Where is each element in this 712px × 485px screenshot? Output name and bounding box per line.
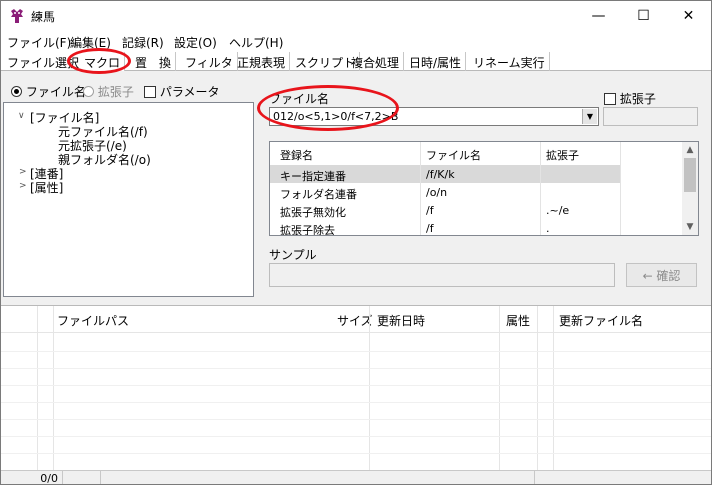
- title-bar: 練馬 — ☐ ✕: [1, 1, 711, 31]
- option-parameter-label: パラメータ: [159, 85, 220, 99]
- column-divider: [553, 306, 554, 472]
- maximize-button[interactable]: ☐: [621, 1, 666, 31]
- macro-tree-panel: ∨ [ファイル名] 元ファイル名(/f) 元拡張子(/e) 親フォルダ名(/o)…: [3, 102, 254, 297]
- confirm-button[interactable]: ← 確認: [626, 263, 697, 287]
- menu-settings[interactable]: 設定(O): [174, 34, 217, 51]
- extension-input: [603, 107, 698, 126]
- header-new-filename[interactable]: 更新ファイル名: [559, 312, 643, 329]
- cell-name: 拡張子除去: [280, 224, 335, 236]
- cell-filename: /f/K/k: [426, 168, 455, 181]
- row-divider: [1, 402, 711, 403]
- minimize-icon: —: [591, 8, 606, 24]
- extension-checkbox-label: 拡張子: [619, 92, 656, 106]
- table-scrollbar[interactable]: ▲ ▼: [682, 142, 698, 235]
- menu-help[interactable]: ヘルプ(H): [229, 34, 283, 51]
- column-divider: [37, 306, 38, 472]
- radio-extension: [83, 86, 94, 97]
- file-list: ファイルパス サイズ 更新日時 属性 更新ファイル名: [1, 305, 711, 472]
- app-horse-icon: [11, 9, 23, 23]
- tree-item-parent-folder[interactable]: 親フォルダ名(/o): [58, 151, 151, 168]
- header-extension: 拡張子: [546, 149, 579, 162]
- status-bar: 0/0: [1, 470, 711, 484]
- close-icon: ✕: [682, 8, 695, 24]
- row-divider: [1, 436, 711, 437]
- cell-name: フォルダ名連番: [280, 188, 357, 201]
- close-button[interactable]: ✕: [666, 1, 711, 31]
- cell-filename: /f: [426, 222, 434, 235]
- cell-ext: .~/e: [546, 204, 570, 217]
- filename-label: ファイル名: [269, 92, 330, 106]
- menu-bar: ファイル(F) 編集(E) 記録(R) 設定(O) ヘルプ(H): [1, 31, 711, 51]
- filename-macro-combo[interactable]: 012/o<5,1>0/f<7,2>B ▼: [269, 107, 599, 126]
- header-size[interactable]: サイズ: [337, 312, 373, 329]
- sample-label: サンプル: [269, 248, 317, 262]
- column-divider: [420, 142, 421, 235]
- header-registered-name: 登録名: [280, 149, 313, 162]
- chevron-right-icon[interactable]: >: [19, 167, 27, 177]
- tab-bar: ファイル選択 マクロ 置 換 フィルタ 正規表現 スクリプト 複合処理 日時/属…: [1, 51, 711, 71]
- menu-record[interactable]: 記録(R): [122, 34, 164, 51]
- dropdown-arrow-icon[interactable]: ▼: [582, 109, 597, 124]
- status-cell: [101, 471, 535, 484]
- tab-rename-run[interactable]: リネーム実行: [469, 52, 550, 71]
- status-count: 0/0: [1, 471, 63, 484]
- filename-macro-value: 012/o<5,1>0/f<7,2>B: [273, 110, 399, 123]
- tab-composite[interactable]: 複合処理: [347, 52, 405, 71]
- status-cell: [63, 471, 101, 484]
- sample-output: [269, 263, 615, 287]
- header-attribute[interactable]: 属性: [506, 312, 530, 329]
- column-divider: [369, 306, 370, 472]
- status-cell: [535, 471, 711, 484]
- window-title: 練馬: [31, 10, 56, 24]
- column-divider: [499, 306, 500, 472]
- tab-filter[interactable]: フィルタ: [181, 52, 238, 71]
- radio-filename[interactable]: [11, 86, 22, 97]
- scroll-thumb[interactable]: [684, 158, 696, 192]
- minimize-button[interactable]: —: [576, 1, 621, 31]
- cell-name: 拡張子無効化: [280, 206, 346, 219]
- header-file-path[interactable]: ファイルパス: [57, 312, 129, 329]
- checkbox-parameter[interactable]: [144, 86, 156, 98]
- maximize-icon: ☐: [637, 8, 650, 24]
- option-extension: 拡張子: [83, 83, 134, 100]
- checkbox-extension[interactable]: [604, 93, 616, 105]
- row-divider: [1, 385, 711, 386]
- tree-item-attribute[interactable]: [属性]: [30, 179, 63, 196]
- cell-filename: /f: [426, 204, 434, 217]
- row-divider: [1, 368, 711, 369]
- scroll-up-icon[interactable]: ▲: [682, 142, 698, 158]
- extension-checkbox-row[interactable]: 拡張子: [604, 90, 656, 107]
- macro-registry-table: 登録名 ファイル名 拡張子 キー指定連番 /f/K/k フォルダ名連番 /o/n…: [269, 141, 699, 236]
- tab-macro[interactable]: マクロ: [80, 52, 126, 71]
- option-parameter[interactable]: パラメータ: [144, 83, 219, 100]
- cell-name: キー指定連番: [280, 170, 346, 183]
- menu-file[interactable]: ファイル(F): [7, 34, 71, 51]
- app-window: 練馬 — ☐ ✕ ファイル(F) 編集(E) 記録(R) 設定(O) ヘルプ(H…: [0, 0, 712, 485]
- option-filename-label: ファイル名: [25, 85, 86, 99]
- tab-regex[interactable]: 正規表現: [233, 52, 291, 71]
- tab-datetime-attr[interactable]: 日時/属性: [405, 52, 467, 71]
- tab-file-select[interactable]: ファイル選択: [3, 52, 85, 71]
- option-extension-label: 拡張子: [97, 85, 134, 99]
- menu-edit[interactable]: 編集(E): [70, 34, 111, 51]
- file-list-header: ファイルパス サイズ 更新日時 属性 更新ファイル名: [1, 306, 711, 333]
- row-divider: [1, 453, 711, 454]
- table-row[interactable]: キー指定連番 /f/K/k: [270, 165, 620, 183]
- cell-filename: /o/n: [426, 186, 448, 199]
- column-divider: [620, 142, 621, 235]
- row-divider: [1, 351, 711, 352]
- column-divider: [537, 306, 538, 472]
- column-divider: [540, 142, 541, 235]
- chevron-down-icon[interactable]: ∨: [18, 111, 25, 121]
- tab-replace[interactable]: 置 換: [131, 52, 177, 71]
- header-filename: ファイル名: [426, 149, 481, 162]
- chevron-right-icon[interactable]: >: [19, 181, 27, 191]
- column-divider: [53, 306, 54, 472]
- row-divider: [1, 419, 711, 420]
- header-modified[interactable]: 更新日時: [377, 312, 425, 329]
- cell-ext: .: [546, 222, 550, 235]
- option-filename[interactable]: ファイル名: [11, 83, 86, 100]
- scroll-down-icon[interactable]: ▼: [682, 219, 698, 235]
